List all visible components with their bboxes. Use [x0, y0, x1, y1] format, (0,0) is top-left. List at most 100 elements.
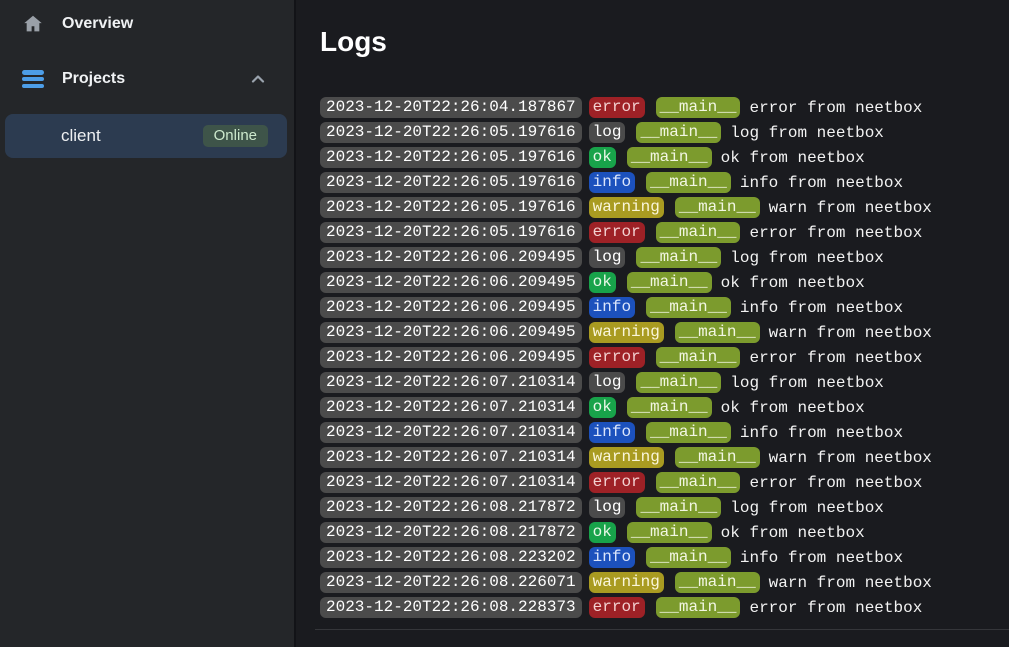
log-row: 2023-12-20T22:26:08.223202 info __main__…	[320, 547, 1009, 568]
log-timestamp: 2023-12-20T22:26:08.217872	[320, 522, 582, 543]
log-row: 2023-12-20T22:26:05.197616 error __main_…	[320, 222, 1009, 243]
log-timestamp: 2023-12-20T22:26:06.209495	[320, 347, 582, 368]
log-row: 2023-12-20T22:26:08.217872 ok __main__ o…	[320, 522, 1009, 543]
log-level-badge: info	[589, 297, 635, 318]
log-row: 2023-12-20T22:26:07.210314 error __main_…	[320, 472, 1009, 493]
log-message: error from neetbox	[749, 474, 922, 492]
log-message: ok from neetbox	[721, 399, 865, 417]
list-bars-icon	[22, 70, 44, 88]
home-icon	[22, 13, 44, 35]
log-module-badge: __main__	[675, 447, 760, 468]
log-level-badge: ok	[589, 522, 616, 543]
log-message: warn from neetbox	[769, 324, 932, 342]
log-module-badge: __main__	[656, 97, 741, 118]
log-timestamp: 2023-12-20T22:26:04.187867	[320, 97, 582, 118]
log-level-badge: error	[589, 597, 645, 618]
log-row: 2023-12-20T22:26:04.187867 error __main_…	[320, 97, 1009, 118]
log-row: 2023-12-20T22:26:07.210314 log __main__ …	[320, 372, 1009, 393]
log-module-badge: __main__	[627, 147, 712, 168]
sidebar-item-overview[interactable]: Overview	[0, 10, 294, 38]
log-message: info from neetbox	[740, 549, 903, 567]
log-module-badge: __main__	[636, 497, 721, 518]
main-content: Logs 2023-12-20T22:26:04.187867 error __…	[296, 0, 1009, 647]
log-row: 2023-12-20T22:26:05.197616 ok __main__ o…	[320, 147, 1009, 168]
log-module-badge: __main__	[627, 397, 712, 418]
log-row: 2023-12-20T22:26:05.197616 log __main__ …	[320, 122, 1009, 143]
log-timestamp: 2023-12-20T22:26:07.210314	[320, 472, 582, 493]
log-timestamp: 2023-12-20T22:26:05.197616	[320, 122, 582, 143]
sidebar-item-label: Overview	[62, 15, 278, 33]
log-row: 2023-12-20T22:26:06.209495 error __main_…	[320, 347, 1009, 368]
log-module-badge: __main__	[656, 222, 741, 243]
log-timestamp: 2023-12-20T22:26:06.209495	[320, 297, 582, 318]
log-level-badge: info	[589, 547, 635, 568]
log-timestamp: 2023-12-20T22:26:07.210314	[320, 397, 582, 418]
log-timestamp: 2023-12-20T22:26:05.197616	[320, 172, 582, 193]
log-row: 2023-12-20T22:26:06.209495 info __main__…	[320, 297, 1009, 318]
log-timestamp: 2023-12-20T22:26:08.223202	[320, 547, 582, 568]
chevron-up-icon[interactable]	[250, 71, 266, 87]
log-message: log from neetbox	[730, 499, 884, 517]
log-module-badge: __main__	[656, 472, 741, 493]
sidebar-item-projects[interactable]: Projects	[0, 65, 294, 93]
log-row: 2023-12-20T22:26:08.226071 warning __mai…	[320, 572, 1009, 593]
log-message: error from neetbox	[749, 349, 922, 367]
log-level-badge: info	[589, 422, 635, 443]
log-level-badge: error	[589, 97, 645, 118]
log-level-badge: log	[589, 497, 626, 518]
log-row: 2023-12-20T22:26:07.210314 info __main__…	[320, 422, 1009, 443]
log-message: error from neetbox	[749, 224, 922, 242]
project-name: client	[61, 126, 203, 146]
log-level-badge: error	[589, 222, 645, 243]
log-level-badge: log	[589, 122, 626, 143]
log-level-badge: warning	[589, 447, 664, 468]
log-message: log from neetbox	[730, 374, 884, 392]
log-timestamp: 2023-12-20T22:26:05.197616	[320, 197, 582, 218]
log-level-badge: warning	[589, 197, 664, 218]
log-message: log from neetbox	[730, 249, 884, 267]
log-module-badge: __main__	[636, 122, 721, 143]
log-level-badge: error	[589, 347, 645, 368]
log-row: 2023-12-20T22:26:06.209495 warning __mai…	[320, 322, 1009, 343]
log-timestamp: 2023-12-20T22:26:08.217872	[320, 497, 582, 518]
log-row: 2023-12-20T22:26:07.210314 ok __main__ o…	[320, 397, 1009, 418]
log-message: ok from neetbox	[721, 274, 865, 292]
log-module-badge: __main__	[675, 322, 760, 343]
log-message: info from neetbox	[740, 424, 903, 442]
log-module-badge: __main__	[646, 297, 731, 318]
sidebar-item-label: Projects	[62, 70, 250, 88]
log-row: 2023-12-20T22:26:06.209495 ok __main__ o…	[320, 272, 1009, 293]
log-level-badge: ok	[589, 147, 616, 168]
log-level-badge: log	[589, 372, 626, 393]
log-module-badge: __main__	[656, 597, 741, 618]
log-message: ok from neetbox	[721, 524, 865, 542]
list-bottom-divider	[315, 629, 1009, 630]
log-message: error from neetbox	[749, 599, 922, 617]
log-row: 2023-12-20T22:26:05.197616 info __main__…	[320, 172, 1009, 193]
log-row: 2023-12-20T22:26:05.197616 warning __mai…	[320, 197, 1009, 218]
log-message: info from neetbox	[740, 174, 903, 192]
log-module-badge: __main__	[636, 372, 721, 393]
log-message: warn from neetbox	[769, 449, 932, 467]
log-timestamp: 2023-12-20T22:26:05.197616	[320, 222, 582, 243]
sidebar-item-client-project[interactable]: client Online	[5, 114, 287, 158]
log-row: 2023-12-20T22:26:06.209495 log __main__ …	[320, 247, 1009, 268]
log-level-badge: log	[589, 247, 626, 268]
log-level-badge: warning	[589, 322, 664, 343]
log-timestamp: 2023-12-20T22:26:07.210314	[320, 422, 582, 443]
log-level-badge: ok	[589, 397, 616, 418]
log-module-badge: __main__	[656, 347, 741, 368]
log-message: error from neetbox	[749, 99, 922, 117]
log-message: info from neetbox	[740, 299, 903, 317]
log-timestamp: 2023-12-20T22:26:07.210314	[320, 447, 582, 468]
log-module-badge: __main__	[636, 247, 721, 268]
log-module-badge: __main__	[675, 572, 760, 593]
log-level-badge: info	[589, 172, 635, 193]
page-title: Logs	[320, 26, 1009, 58]
log-row: 2023-12-20T22:26:07.210314 warning __mai…	[320, 447, 1009, 468]
log-level-badge: ok	[589, 272, 616, 293]
log-timestamp: 2023-12-20T22:26:06.209495	[320, 247, 582, 268]
log-row: 2023-12-20T22:26:08.217872 log __main__ …	[320, 497, 1009, 518]
log-message: log from neetbox	[730, 124, 884, 142]
sidebar: Overview Projects client Online	[0, 0, 296, 647]
